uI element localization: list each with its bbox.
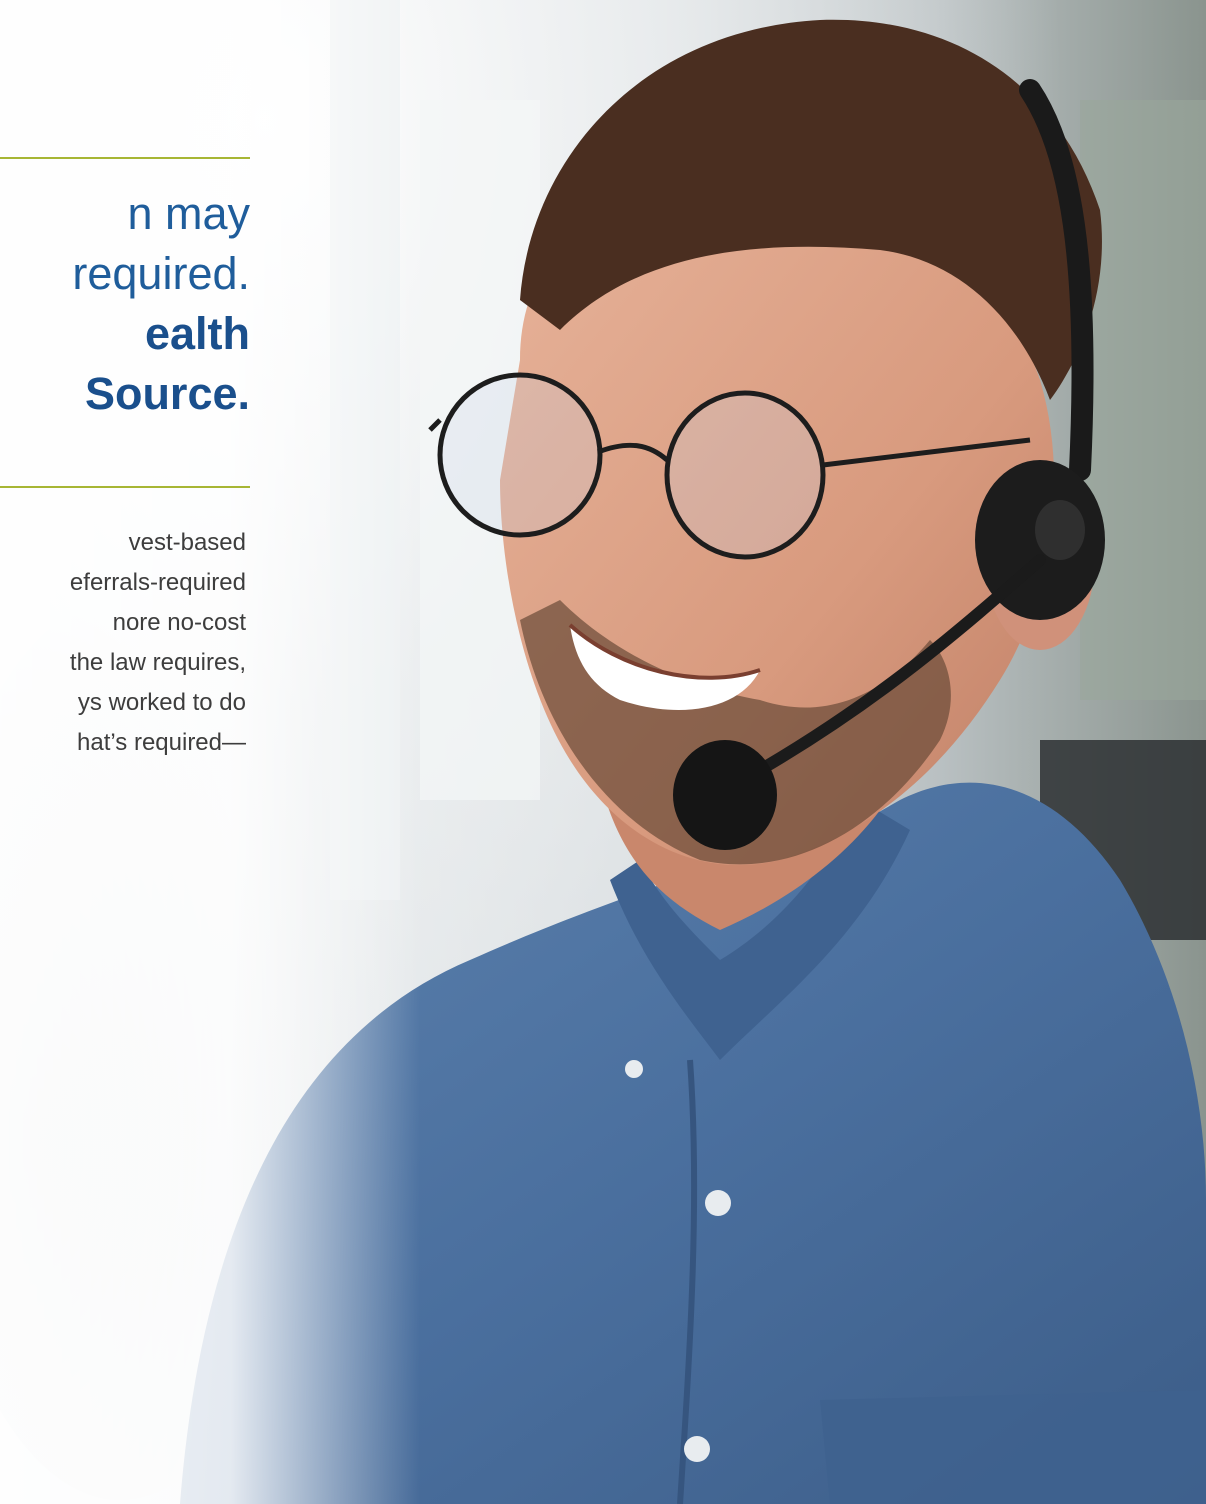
body-line: hat’s required— (77, 729, 246, 756)
accent-rule-bottom (0, 486, 250, 488)
headline-line-4: Source. (84, 368, 250, 419)
text-panel: n may required. ealth Source. vest-based… (0, 0, 250, 1504)
body-line: nore no-cost (112, 609, 246, 636)
body-line: the law requires, (69, 649, 246, 676)
body-line: eferrals-required (69, 569, 246, 596)
headline: n may required. ealth Source. (0, 184, 250, 424)
body-line: ys worked to do (77, 689, 246, 716)
headline-line-2: required. (72, 248, 250, 299)
headline-line-1: n may (127, 188, 250, 239)
headline-line-3: ealth (144, 308, 250, 359)
body-paragraph: vest-based eferrals-required nore no-cos… (0, 523, 246, 763)
accent-rule-top (0, 157, 250, 159)
brochure-page: n may required. ealth Source. vest-based… (0, 0, 1206, 1504)
body-line: vest-based (128, 529, 246, 556)
